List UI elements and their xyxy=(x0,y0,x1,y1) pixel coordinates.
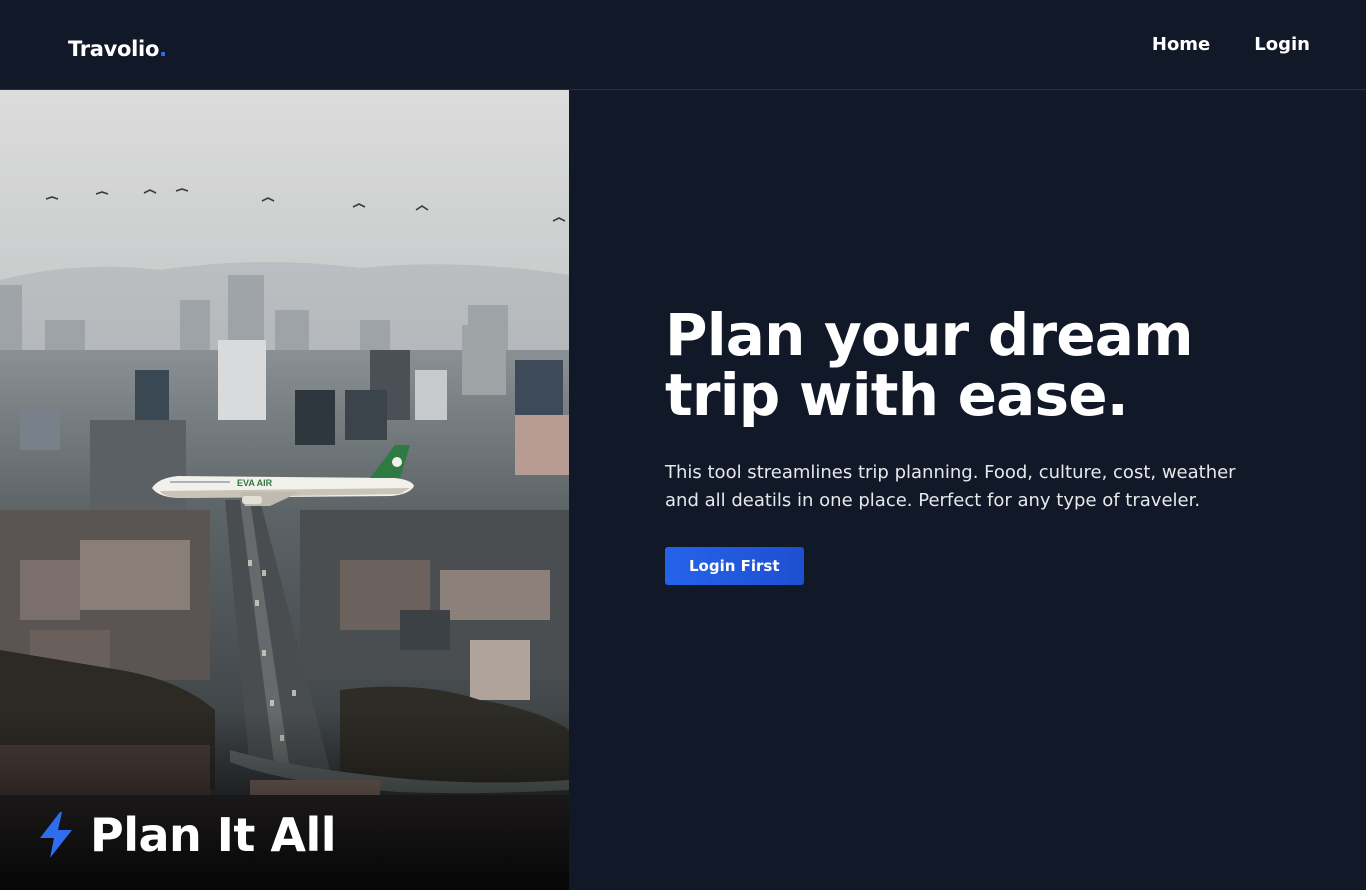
nav-login-link[interactable]: Login xyxy=(1254,34,1310,55)
hero-image: EVA AIR Plan It All xyxy=(0,90,569,890)
svg-text:EVA AIR: EVA AIR xyxy=(237,478,273,488)
headline-line-1: Plan your dream xyxy=(665,301,1194,369)
nav-home-link[interactable]: Home xyxy=(1152,34,1210,55)
login-first-button[interactable]: Login First xyxy=(665,547,804,585)
caption-text: Plan It All xyxy=(90,808,337,862)
hero-headline: Plan your dream trip with ease. xyxy=(665,305,1205,425)
lightning-bolt-icon xyxy=(38,812,74,858)
navbar: Travolio. Home Login xyxy=(0,0,1366,90)
hero-content: Plan your dream trip with ease. This too… xyxy=(665,305,1285,585)
brand-name: Travolio xyxy=(68,37,160,61)
brand-dot: . xyxy=(159,37,167,61)
brand-logo[interactable]: Travolio. xyxy=(68,37,167,61)
hero-description: This tool streamlines trip planning. Foo… xyxy=(665,462,1236,511)
headline-line-2: trip with ease. xyxy=(665,361,1129,429)
nav-links: Home Login xyxy=(1152,34,1310,55)
image-caption: Plan It All xyxy=(38,808,337,862)
city-airplane-photo: EVA AIR xyxy=(0,90,569,890)
